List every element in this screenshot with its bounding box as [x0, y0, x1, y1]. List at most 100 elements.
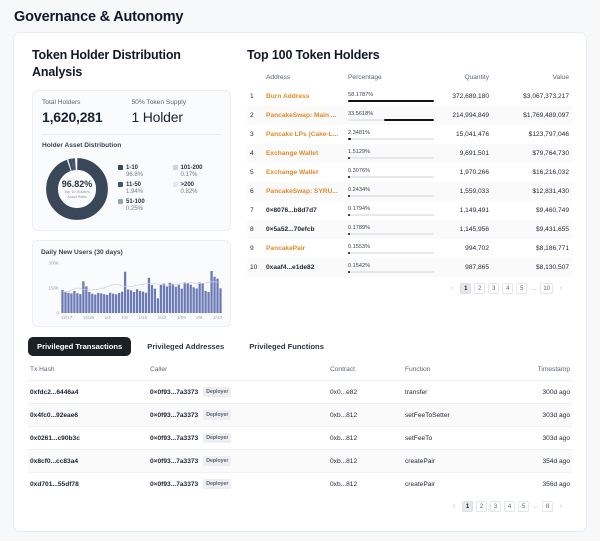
row-quantity: 994,702 — [465, 245, 489, 252]
x-axis-tick: 12/26 — [82, 315, 95, 320]
row-quantity: 372,689,180 — [452, 93, 489, 100]
pagination-page-4[interactable]: 4 — [503, 501, 515, 512]
y-axis-tick: 300K — [48, 260, 59, 266]
address-label[interactable]: PancakeSwap: Main ... — [266, 112, 342, 119]
row-tx-hash[interactable]: 0x8cf0...cc83a4 — [28, 450, 148, 473]
address-label[interactable]: Exchange Wallet — [266, 150, 342, 157]
row-address[interactable]: Pancake LPs (Cake-L... — [263, 125, 345, 144]
row-address[interactable]: PancakeSwap: Main ... — [263, 106, 345, 125]
row-address[interactable]: Burn Address — [263, 87, 345, 106]
table-row[interactable]: 6 PancakeSwap: SYRU... 0.2434% 1,559,033 $12… — [247, 182, 572, 201]
address-label[interactable]: Pancake LPs (Cake-L... — [266, 131, 342, 138]
pagination-page-3[interactable]: 3 — [489, 501, 501, 512]
row-address[interactable]: 0×8076...b8d7d7 — [263, 201, 345, 220]
tab-privileged-addresses[interactable]: Privileged Addresses — [138, 337, 233, 356]
address-label[interactable]: 0×5a52...70efcb — [266, 226, 315, 233]
col-header-value[interactable]: Value — [492, 71, 572, 87]
percentage-bar-fill — [348, 138, 352, 140]
percentage-label: 0.2434% — [348, 187, 371, 193]
address-label[interactable]: PancakeSwap: SYRU... — [266, 188, 342, 195]
top-holders-panel: Top 100 Token Holders Address Percentage… — [237, 43, 576, 327]
tab-privileged-transactions[interactable]: Privileged Transactions — [28, 337, 132, 356]
pagination-page-5[interactable]: 5 — [516, 283, 528, 294]
row-contract[interactable]: 0xb...812 — [328, 473, 403, 496]
row-address[interactable]: PancakePair — [263, 239, 345, 258]
table-row[interactable]: 5 Exchange Wallet 0.3076% 1,970,266 $16,216,… — [247, 163, 572, 182]
x-axis-tick: 1/29 — [176, 315, 186, 320]
row-address[interactable]: Exchange Wallet — [263, 144, 345, 163]
pagination-prev-icon[interactable]: ‹ — [449, 503, 459, 510]
row-caller[interactable]: 0×0f93...7a3373 Deployer — [148, 450, 328, 473]
address-label[interactable]: Exchange Wallet — [266, 169, 342, 176]
row-caller[interactable]: 0×0f93...7a3373 Deployer — [148, 473, 328, 496]
address-label[interactable]: Burn Address — [266, 93, 342, 100]
row-contract[interactable]: 0xb...812 — [328, 404, 403, 427]
col-header-tx-hash[interactable]: Tx Hash — [28, 362, 148, 381]
pagination-prev-icon[interactable]: ‹ — [447, 285, 457, 292]
col-header-timestamp[interactable]: Timestamp — [508, 362, 572, 381]
row-caller[interactable]: 0×0f93...7a3373 Deployer — [148, 381, 328, 404]
col-header-function[interactable]: Function — [403, 362, 508, 381]
table-row[interactable]: 3 Pancake LPs (Cake-L... 2.3481% 15,041,476… — [247, 125, 572, 144]
row-address[interactable]: PancakeSwap: SYRU... — [263, 182, 345, 201]
row-address[interactable]: Exchange Wallet — [263, 163, 345, 182]
row-tx-hash[interactable]: 0x0261...c90b3c — [28, 427, 148, 450]
row-contract[interactable]: 0xb...812 — [328, 450, 403, 473]
table-row[interactable]: 8 0×5a52...70efcb 0.1789% 1,145,956 $9,431,6… — [247, 220, 572, 239]
pagination-page-3[interactable]: 3 — [488, 283, 500, 294]
caller-address[interactable]: 0×0f93...7a3373 — [150, 481, 198, 488]
transactions-pagination[interactable]: ‹ 1 2 3 4 5 ... 8 › — [28, 495, 572, 512]
pagination-page-4[interactable]: 4 — [502, 283, 514, 294]
row-function: createPair — [405, 480, 436, 488]
row-tx-hash[interactable]: 0xd701...55df78 — [28, 473, 148, 496]
privileged-tabs: Privileged Transactions Privileged Addre… — [14, 327, 586, 356]
table-row[interactable]: 4 Exchange Wallet 1.5129% 9,691,501 $79,764,… — [247, 144, 572, 163]
pagination-page-1[interactable]: 1 — [461, 501, 473, 512]
donut-chart: 96.82% Top 10 Holders Asset Ratio — [44, 156, 110, 222]
row-tx-hash[interactable]: 0x4fc0...92eae6 — [28, 404, 148, 427]
row-contract[interactable]: 0x0...e82 — [328, 381, 403, 404]
address-label[interactable]: 0xaaf4...e1de82 — [266, 264, 314, 271]
pagination-next-icon[interactable]: › — [556, 503, 566, 510]
address-label[interactable]: 0×8076...b8d7d7 — [266, 207, 317, 214]
row-caller[interactable]: 0×0f93...7a3373 Deployer — [148, 404, 328, 427]
table-row[interactable]: 1 Burn Address 58.1787% 372,689,180 $3,067,3… — [247, 87, 572, 106]
table-row[interactable]: 9 PancakePair 0.1553% 994,702 $8,186,771 — [247, 239, 572, 258]
pagination-page-5[interactable]: 5 — [517, 501, 529, 512]
col-header-address[interactable]: Address — [263, 71, 345, 87]
pagination-page-last[interactable]: 10 — [540, 283, 553, 294]
table-row[interactable]: 0x0261...c90b3c 0×0f93...7a3373 Deployer 0x… — [28, 426, 572, 450]
table-row[interactable]: 7 0×8076...b8d7d7 0.1794% 1,149,491 $9,460,7… — [247, 201, 572, 220]
row-tx-hash[interactable]: 0xfdc2...6446a4 — [28, 381, 148, 404]
row-contract[interactable]: 0xb...812 — [328, 427, 403, 450]
caller-address[interactable]: 0×0f93...7a3373 — [150, 458, 198, 465]
address-label[interactable]: PancakePair — [266, 245, 342, 252]
row-timestamp: 356d ago — [542, 480, 570, 488]
row-address[interactable]: 0×5a52...70efcb — [263, 220, 345, 239]
donut-caption-line2: Asset Ratio — [67, 194, 87, 199]
tab-privileged-functions[interactable]: Privileged Functions — [240, 337, 333, 356]
pagination-next-icon[interactable]: › — [556, 285, 566, 292]
caller-address[interactable]: 0×0f93...7a3373 — [150, 412, 198, 419]
table-row[interactable]: 0x4fc0...92eae6 0×0f93...7a3373 Deployer 0x… — [28, 403, 572, 427]
col-header-caller[interactable]: Caller — [148, 362, 328, 381]
caller-address[interactable]: 0×0f93...7a3373 — [150, 389, 198, 396]
table-row[interactable]: 0xd701...55df78 0×0f93...7a3373 Deployer 0x… — [28, 472, 572, 496]
pagination-page-1[interactable]: 1 — [460, 283, 472, 294]
caller-address[interactable]: 0×0f93...7a3373 — [150, 435, 198, 442]
table-row[interactable]: 2 PancakeSwap: Main ... 33.5618% 214,994,84… — [247, 106, 572, 125]
pagination-page-2[interactable]: 2 — [474, 283, 486, 294]
row-address[interactable]: 0xaaf4...e1de82 — [263, 258, 345, 277]
col-header-percentage[interactable]: Percentage — [345, 71, 441, 87]
table-row[interactable]: 0xfdc2...6446a4 0×0f93...7a3373 Deployer 0x… — [28, 380, 572, 404]
percentage-label: 1.5129% — [348, 149, 371, 155]
row-function: setFeeToSetter — [405, 411, 450, 419]
holders-pagination[interactable]: ‹ 1 2 3 4 5 ... 10 › — [247, 277, 572, 294]
pagination-page-2[interactable]: 2 — [475, 501, 487, 512]
table-row[interactable]: 10 0xaaf4...e1de82 0.1542% 987,865 $8,130,50… — [247, 258, 572, 277]
col-header-quantity[interactable]: Quantity — [441, 71, 492, 87]
row-caller[interactable]: 0×0f93...7a3373 Deployer — [148, 427, 328, 450]
pagination-page-last[interactable]: 8 — [542, 501, 553, 512]
table-row[interactable]: 0x8cf0...cc83a4 0×0f93...7a3373 Deployer 0x… — [28, 449, 572, 473]
col-header-contract[interactable]: Contract — [328, 362, 403, 381]
